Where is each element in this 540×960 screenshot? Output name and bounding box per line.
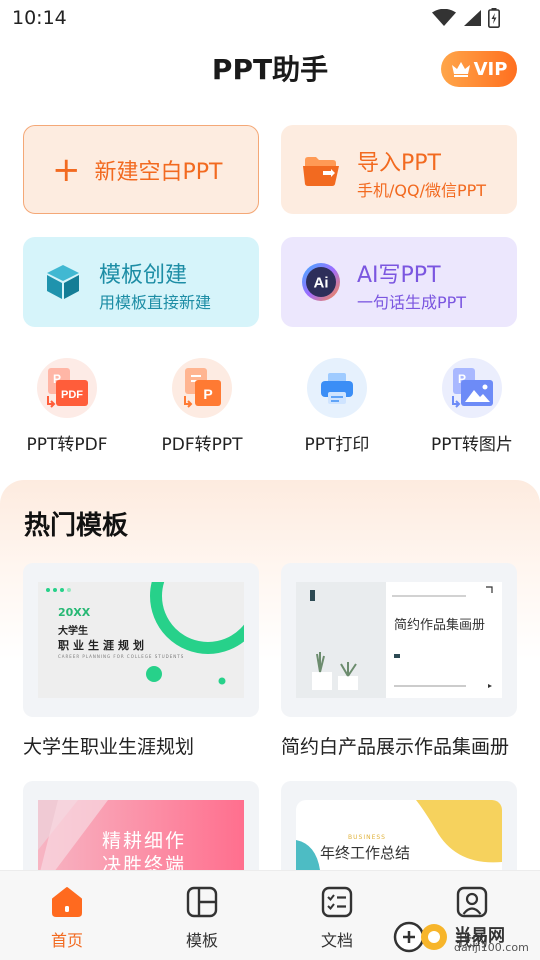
watermark-url: danji100.com bbox=[454, 941, 529, 954]
ppt-to-pdf-icon: P PDF bbox=[37, 358, 97, 418]
template-create-title: 模板创建 bbox=[99, 263, 188, 288]
template-create-subtitle: 用模板直接新建 bbox=[99, 293, 212, 312]
template-thumbnail: 简约作品集画册 bbox=[296, 582, 502, 698]
new-blank-ppt-button[interactable]: + 新建空白PPT bbox=[23, 125, 259, 214]
thumb-year: 20XX bbox=[58, 606, 91, 619]
thumb-line1: 精耕细作 bbox=[102, 830, 187, 852]
nav-templates[interactable]: 模板 bbox=[152, 885, 252, 951]
thumb-heading: 简约作品集画册 bbox=[394, 618, 486, 633]
template-title[interactable]: 大学生职业生涯规划 bbox=[23, 732, 259, 759]
nav-documents[interactable]: 文档 bbox=[287, 885, 387, 951]
new-blank-ppt-label: 新建空白PPT bbox=[94, 159, 223, 185]
watermark: 当易网 danji100.com bbox=[392, 916, 540, 956]
import-ppt-button[interactable]: 导入PPT 手机/QQ/微信PPT bbox=[281, 125, 517, 214]
template-card-career-planning[interactable]: 20XX 大学生 职业生涯规划 CAREER PLANNING FOR COLL… bbox=[23, 563, 259, 717]
signal-icon bbox=[464, 10, 481, 26]
ppt-to-image-icon: P bbox=[442, 358, 502, 418]
nav-templates-label: 模板 bbox=[185, 931, 218, 950]
ppt-to-image-label: PPT转图片 bbox=[431, 435, 513, 455]
ai-icon-text: Ai bbox=[314, 275, 329, 292]
vip-button[interactable]: VIP bbox=[441, 51, 517, 87]
import-ppt-title: 导入PPT bbox=[357, 151, 441, 176]
user-icon bbox=[456, 886, 488, 918]
ppt-to-pdf-tool[interactable]: P PDF PPT转PDF bbox=[2, 358, 132, 455]
printer-icon bbox=[307, 358, 367, 418]
pdf-to-ppt-icon: P bbox=[172, 358, 232, 418]
wifi-icon bbox=[432, 9, 456, 26]
battery-icon bbox=[488, 8, 500, 28]
checklist-icon bbox=[321, 886, 353, 918]
import-ppt-subtitle: 手机/QQ/微信PPT bbox=[357, 181, 487, 200]
ppt-print-label: PPT打印 bbox=[304, 435, 370, 455]
ai-write-ppt-subtitle: 一句话生成PPT bbox=[357, 293, 467, 312]
svg-text:PDF: PDF bbox=[61, 389, 83, 401]
crown-icon bbox=[451, 62, 470, 77]
thumb-tag: BUSINESS bbox=[348, 834, 386, 841]
status-bar: 10:14 bbox=[0, 0, 540, 36]
pdf-to-ppt-label: PDF转PPT bbox=[161, 435, 243, 455]
watermark-logo-icon bbox=[393, 921, 447, 953]
ppt-to-image-tool[interactable]: P PPT转图片 bbox=[407, 358, 537, 455]
svg-text:P: P bbox=[203, 386, 212, 402]
ai-write-ppt-button[interactable]: Ai AI写PPT 一句话生成PPT bbox=[281, 237, 517, 327]
thumb-line2: 职业生涯规划 bbox=[58, 639, 148, 652]
status-icons bbox=[432, 8, 500, 28]
pdf-to-ppt-tool[interactable]: P PDF转PPT bbox=[137, 358, 267, 455]
thumb-eng: CAREER PLANNING FOR COLLEGE STUDENTS bbox=[58, 654, 185, 659]
status-time: 10:14 bbox=[12, 7, 67, 29]
template-card-portfolio[interactable]: 简约作品集画册 bbox=[281, 563, 517, 717]
template-grid-icon bbox=[186, 886, 218, 918]
cube-icon bbox=[47, 265, 79, 299]
ai-write-ppt-title: AI写PPT bbox=[357, 263, 441, 288]
template-thumbnail: 20XX 大学生 职业生涯规划 CAREER PLANNING FOR COLL… bbox=[38, 582, 244, 698]
ai-icon: Ai bbox=[302, 263, 340, 301]
hot-templates-title: 热门模板 bbox=[24, 511, 129, 541]
nav-home[interactable]: 首页 bbox=[17, 885, 117, 951]
nav-documents-label: 文档 bbox=[320, 931, 353, 950]
template-create-button[interactable]: 模板创建 用模板直接新建 bbox=[23, 237, 259, 327]
vip-label: VIP bbox=[473, 58, 508, 80]
template-title[interactable]: 简约白产品展示作品集画册 bbox=[281, 732, 517, 759]
thumb-line1: 大学生 bbox=[58, 626, 88, 637]
nav-home-label: 首页 bbox=[50, 931, 83, 950]
plus-icon: + bbox=[52, 149, 81, 190]
ppt-print-tool[interactable]: PPT打印 bbox=[272, 358, 402, 455]
ppt-to-pdf-label: PPT转PDF bbox=[26, 435, 108, 455]
thumb-heading: 年终工作总结 bbox=[320, 844, 411, 862]
home-icon bbox=[52, 887, 82, 917]
folder-open-icon bbox=[303, 157, 339, 186]
